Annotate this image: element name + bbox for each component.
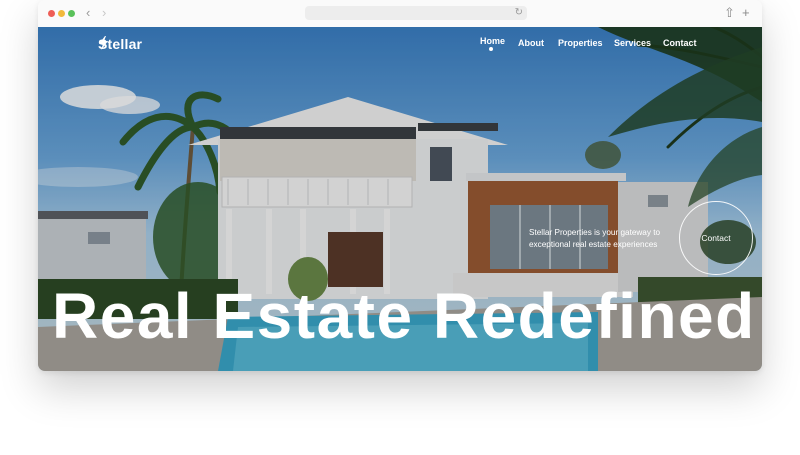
hero-headline: Real Estate Redefined	[52, 280, 756, 352]
plus-icon[interactable]: +	[742, 6, 750, 20]
nav-active-indicator	[489, 47, 493, 51]
reload-icon[interactable]: ↻	[515, 6, 523, 20]
chevron-right-icon[interactable]: ›	[102, 6, 106, 20]
close-window-button[interactable]	[48, 10, 55, 17]
maximize-window-button[interactable]	[68, 10, 75, 17]
address-bar[interactable]: ↻	[305, 6, 527, 20]
minimize-window-button[interactable]	[58, 10, 65, 17]
browser-titlebar: ‹ › ↻ ⇧ +	[38, 0, 762, 28]
brand-logo[interactable]: Stellar	[98, 36, 142, 52]
chevron-left-icon[interactable]: ‹	[86, 6, 90, 20]
nav-properties[interactable]: Properties	[558, 38, 603, 48]
lightning-bolt-icon	[99, 36, 108, 50]
contact-button[interactable]: Contact	[679, 201, 753, 275]
browser-window: ‹ › ↻ ⇧ + Stellar Home About Properties …	[38, 0, 762, 371]
nav-home[interactable]: Home	[480, 36, 505, 46]
hero-tagline: Stellar Properties is your gateway to ex…	[529, 228, 661, 249]
hero-section: Stellar Home About Properties Services C…	[38, 27, 762, 371]
nav-services[interactable]: Services	[614, 38, 651, 48]
nav-about[interactable]: About	[518, 38, 544, 48]
nav-contact[interactable]: Contact	[663, 38, 697, 48]
share-icon[interactable]: ⇧	[724, 6, 735, 20]
